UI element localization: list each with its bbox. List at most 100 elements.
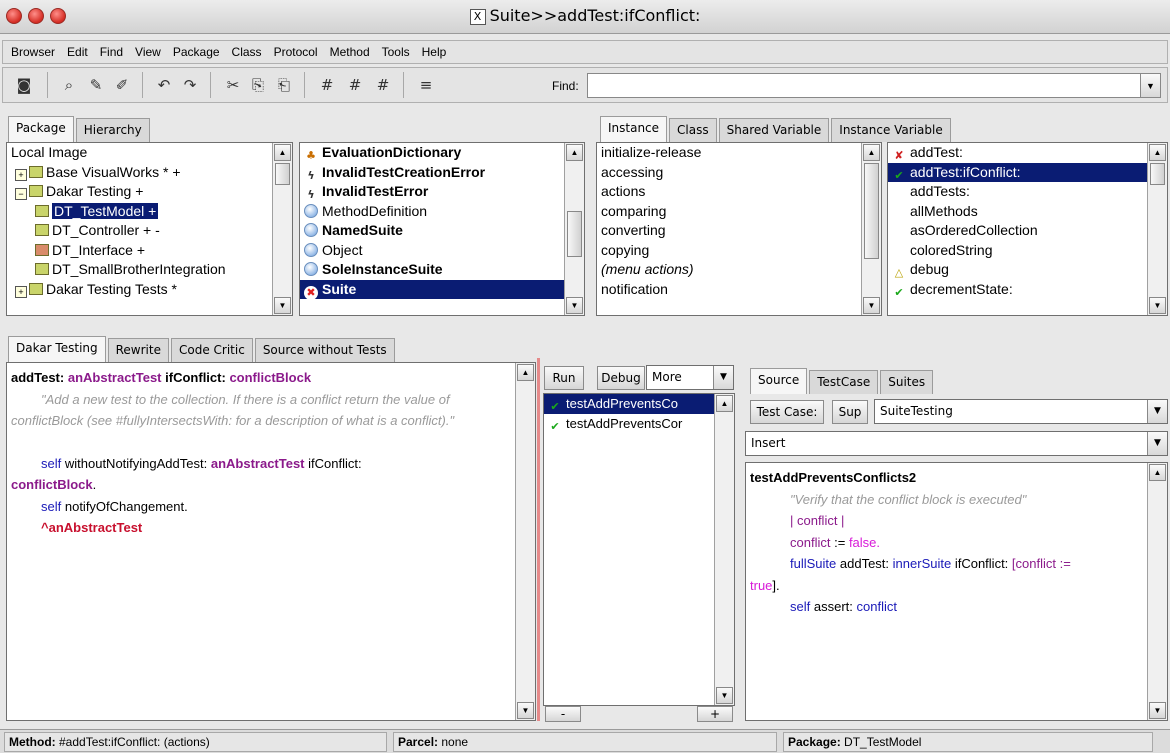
method-scrollbar[interactable]: ▲ ▼ — [1147, 143, 1167, 315]
code-text[interactable]: addTest: anAbstractTest ifConflict: conf… — [7, 363, 515, 543]
protocol-scrollbar[interactable]: ▲ ▼ — [861, 143, 881, 315]
scroll-up-icon[interactable]: ▲ — [517, 364, 534, 381]
menu-tools[interactable]: Tools — [376, 45, 416, 59]
tab-instance[interactable]: Instance — [600, 116, 668, 142]
tab-dakar-testing[interactable]: Dakar Testing — [8, 336, 106, 362]
test-source-editor[interactable]: testAddPreventsConflicts2 "Verify that t… — [745, 462, 1168, 721]
method-item[interactable]: coloredString — [888, 241, 1167, 261]
chevron-down-icon[interactable]: ▼ — [1147, 432, 1167, 455]
protocol-item[interactable]: initialize-release — [597, 143, 881, 163]
class-scrollbar[interactable]: ▲ ▼ — [564, 143, 584, 315]
tab-package[interactable]: Package — [8, 116, 74, 142]
find-method-icon[interactable]: ✎ — [85, 74, 107, 96]
find-instvar-icon[interactable]: # — [372, 74, 394, 96]
find-implementors-icon[interactable]: # — [316, 74, 338, 96]
class-item[interactable]: SoleInstanceSuite — [300, 260, 584, 280]
tab-suites[interactable]: Suites — [880, 370, 934, 394]
scroll-up-icon[interactable]: ▲ — [566, 144, 583, 161]
tree-item[interactable]: + Dakar Testing Tests * — [7, 280, 292, 300]
protocol-item[interactable]: notification — [597, 280, 881, 300]
class-item[interactable]: ϟ InvalidTestError — [300, 182, 584, 202]
method-list[interactable]: ✘ addTest: ✔ addTest:ifConflict: addTests:… — [887, 142, 1168, 316]
browser-view-icon[interactable]: ◙ — [13, 74, 35, 96]
scroll-thumb[interactable] — [275, 163, 290, 185]
method-item[interactable]: ✔ addTest:ifConflict: — [888, 162, 1147, 182]
package-tree[interactable]: Local Image + Base VisualWorks * + − Dakar… — [6, 142, 293, 316]
redo-icon[interactable]: ↷ — [179, 74, 201, 96]
protocol-item[interactable]: accessing — [597, 163, 881, 183]
find-references-icon[interactable]: ✐ — [111, 74, 133, 96]
protocol-item[interactable]: actions — [597, 182, 881, 202]
package-scrollbar[interactable]: ▲ ▼ — [272, 143, 292, 315]
menu-browser[interactable]: Browser — [5, 45, 61, 59]
scroll-down-icon[interactable]: ▼ — [274, 297, 291, 314]
undo-icon[interactable]: ↶ — [153, 74, 175, 96]
protocol-item[interactable]: converting — [597, 221, 881, 241]
insert-select[interactable]: Insert ▼ — [745, 431, 1168, 456]
more-select[interactable]: More ▼ — [646, 365, 734, 390]
menu-package[interactable]: Package — [167, 45, 226, 59]
paste-icon[interactable]: ⎗ — [273, 74, 295, 96]
protocol-item[interactable]: copying — [597, 241, 881, 261]
cut-icon[interactable]: ✂ — [222, 74, 244, 96]
protocol-item[interactable]: (menu actions) — [597, 260, 881, 280]
test-list[interactable]: ✔ testAddPreventsCo ✔ testAddPreventsCor ▲… — [543, 393, 735, 706]
protocol-list[interactable]: initialize-release accessing actions com… — [596, 142, 882, 316]
test-item[interactable]: ✔ testAddPreventsCo — [544, 394, 714, 414]
method-item[interactable]: ✔ decrementState: — [888, 280, 1167, 300]
scroll-down-icon[interactable]: ▼ — [1149, 297, 1166, 314]
class-item[interactable]: ✖ Suite — [300, 279, 564, 300]
menu-method[interactable]: Method — [324, 45, 376, 59]
super-button[interactable]: Sup — [832, 400, 868, 424]
expand-icon[interactable]: + — [15, 168, 27, 181]
protocol-item[interactable]: comparing — [597, 202, 881, 222]
remove-test-button[interactable]: - — [545, 706, 581, 722]
tree-item[interactable]: DT_SmallBrotherIntegration — [7, 260, 292, 280]
menu-edit[interactable]: Edit — [61, 45, 94, 59]
editor-scrollbar[interactable]: ▲ ▼ — [515, 363, 535, 720]
find-class-icon[interactable]: ⌕ — [58, 74, 80, 96]
run-tests-icon[interactable]: ≡ — [415, 74, 437, 96]
scroll-thumb[interactable] — [864, 163, 879, 259]
tab-source[interactable]: Source — [750, 368, 808, 394]
menu-protocol[interactable]: Protocol — [268, 45, 324, 59]
tab-instance-variable[interactable]: Instance Variable — [831, 118, 951, 142]
class-item[interactable]: ♣ EvaluationDictionary — [300, 143, 584, 163]
expand-icon[interactable]: + — [15, 285, 27, 298]
method-item[interactable]: addTests: — [888, 182, 1167, 202]
find-senders-icon[interactable]: # — [344, 74, 366, 96]
chevron-down-icon[interactable]: ▼ — [713, 366, 733, 389]
tree-item[interactable]: Local Image — [7, 143, 292, 163]
class-list[interactable]: ♣ EvaluationDictionary ϟ InvalidTestCreati… — [299, 142, 585, 316]
tree-item[interactable]: DT_Interface + — [7, 241, 292, 261]
menu-find[interactable]: Find — [94, 45, 129, 59]
scroll-down-icon[interactable]: ▼ — [863, 297, 880, 314]
class-item[interactable]: ϟ InvalidTestCreationError — [300, 163, 584, 183]
class-item[interactable]: MethodDefinition — [300, 202, 584, 222]
copy-icon[interactable]: ⎘ — [247, 74, 269, 96]
scroll-thumb[interactable] — [1150, 163, 1165, 185]
scroll-up-icon[interactable]: ▲ — [1149, 464, 1166, 481]
splitter[interactable] — [537, 358, 540, 721]
find-input[interactable]: ▼ — [587, 73, 1161, 98]
method-item[interactable]: △ debug — [888, 260, 1167, 280]
tree-item[interactable]: + Base VisualWorks * + — [7, 163, 292, 183]
test-case-button[interactable]: Test Case: — [750, 400, 824, 424]
tab-shared-variable[interactable]: Shared Variable — [718, 118, 830, 142]
menu-class[interactable]: Class — [226, 45, 268, 59]
scroll-up-icon[interactable]: ▲ — [274, 144, 291, 161]
tab-class[interactable]: Class — [669, 118, 717, 142]
add-test-button[interactable]: + — [697, 706, 733, 722]
test-item[interactable]: ✔ testAddPreventsCor — [544, 414, 734, 434]
tree-item[interactable]: − Dakar Testing + — [7, 182, 292, 202]
method-item[interactable]: allMethods — [888, 202, 1167, 222]
scroll-up-icon[interactable]: ▲ — [716, 395, 733, 412]
code-editor[interactable]: addTest: anAbstractTest ifConflict: conf… — [6, 362, 536, 721]
run-button[interactable]: Run — [544, 366, 584, 390]
tab-hierarchy[interactable]: Hierarchy — [75, 118, 150, 142]
scroll-thumb[interactable] — [567, 211, 582, 257]
scroll-down-icon[interactable]: ▼ — [566, 297, 583, 314]
tab-source-without-tests[interactable]: Source without Tests — [254, 338, 395, 362]
tab-testcase[interactable]: TestCase — [809, 370, 879, 394]
test-scrollbar[interactable]: ▲ ▼ — [714, 394, 734, 705]
